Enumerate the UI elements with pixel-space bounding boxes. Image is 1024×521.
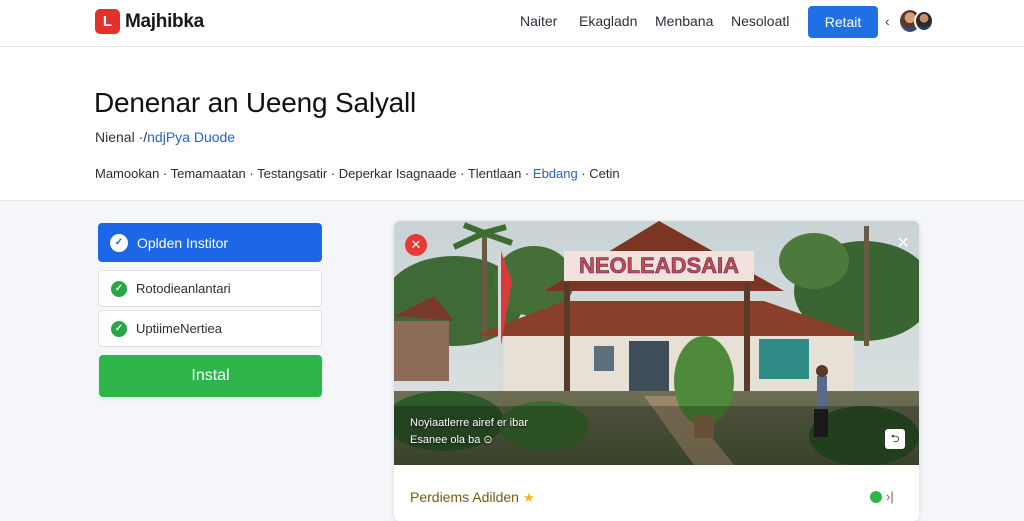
nav-cta-button[interactable]: Retait [808, 6, 878, 38]
breadcrumb-tail[interactable]: · Cetin [578, 166, 619, 181]
option-item-1[interactable]: ✓ Rotodieanlantari [98, 270, 322, 307]
option-primary-label: Oplden Institor [137, 234, 229, 251]
subtitle-text: Nienal ·/ [95, 129, 148, 145]
breadcrumb-link[interactable]: Ebdang [533, 166, 578, 181]
logo-icon: L [95, 9, 120, 34]
card-footer-label: Perdiems Adilden [410, 489, 519, 505]
photo-caption: Noyiaatlerre airef er ibar [410, 417, 528, 429]
breadcrumb: Mamookan · Temamaatan · Testangsatir · D… [95, 166, 620, 181]
top-navbar: L Majhibka Naiter Ekagladn Menbana Nesol… [0, 0, 1024, 47]
close-circle-icon[interactable]: ✕ [405, 234, 427, 256]
card-footer: Perdiems Adilden ★ [410, 489, 535, 506]
photo-caption-sub: Esanee ola ba ⊙ [410, 434, 493, 446]
preview-card: NEOLEADSAIA ✕ × Noyiaatlerre airef er ib… [394, 221, 919, 521]
star-icon: ★ [522, 490, 535, 505]
breadcrumb-path[interactable]: Mamookan · Temamaatan · Testangsatir · D… [95, 166, 529, 181]
building-sign-text: NEOLEADSAIA [579, 253, 739, 278]
page-subtitle: Nienal ·/ndjPya Duode [95, 129, 235, 145]
subtitle-link[interactable]: ndjPya Duode [147, 129, 235, 145]
install-button[interactable]: Instal [99, 355, 322, 397]
option-item-label: Rotodieanlantari [136, 281, 231, 296]
option-item-label: UptiimeNertiea [136, 321, 222, 336]
page-title: Denenar an Ueeng Salyall [94, 87, 417, 118]
nav-link-2[interactable]: Ekagladn [579, 13, 637, 29]
rotate-icon[interactable]: ⮌ [885, 429, 905, 449]
check-circle-icon: ✓ [111, 320, 127, 337]
brand-name: Majhibka [125, 10, 204, 32]
nav-link-1[interactable]: Naiter [520, 13, 557, 29]
skip-next-icon[interactable]: ›| [886, 489, 894, 504]
user-avatars[interactable] [898, 8, 938, 36]
nav-link-3[interactable]: Menbana [655, 13, 713, 29]
check-circle-icon: ✓ [110, 233, 128, 252]
nav-link-4[interactable]: Nesoloatl [731, 13, 789, 29]
page-header: Denenar an Ueeng Salyall Nienal ·/ndjPya… [0, 47, 1024, 201]
avatar[interactable] [914, 10, 934, 32]
preview-photo: NEOLEADSAIA ✕ × Noyiaatlerre airef er ib… [394, 221, 919, 465]
chevron-left-icon[interactable]: ‹ [885, 13, 890, 29]
status-dot-icon[interactable] [870, 490, 882, 503]
card-controls: ›| [870, 489, 894, 504]
option-primary[interactable]: ✓ Oplden Institor [98, 223, 322, 262]
option-item-2[interactable]: ✓ UptiimeNertiea [98, 310, 322, 347]
check-circle-icon: ✓ [111, 280, 127, 297]
brand-logo[interactable]: L Majhibka [95, 9, 204, 34]
close-icon[interactable]: × [897, 233, 909, 253]
